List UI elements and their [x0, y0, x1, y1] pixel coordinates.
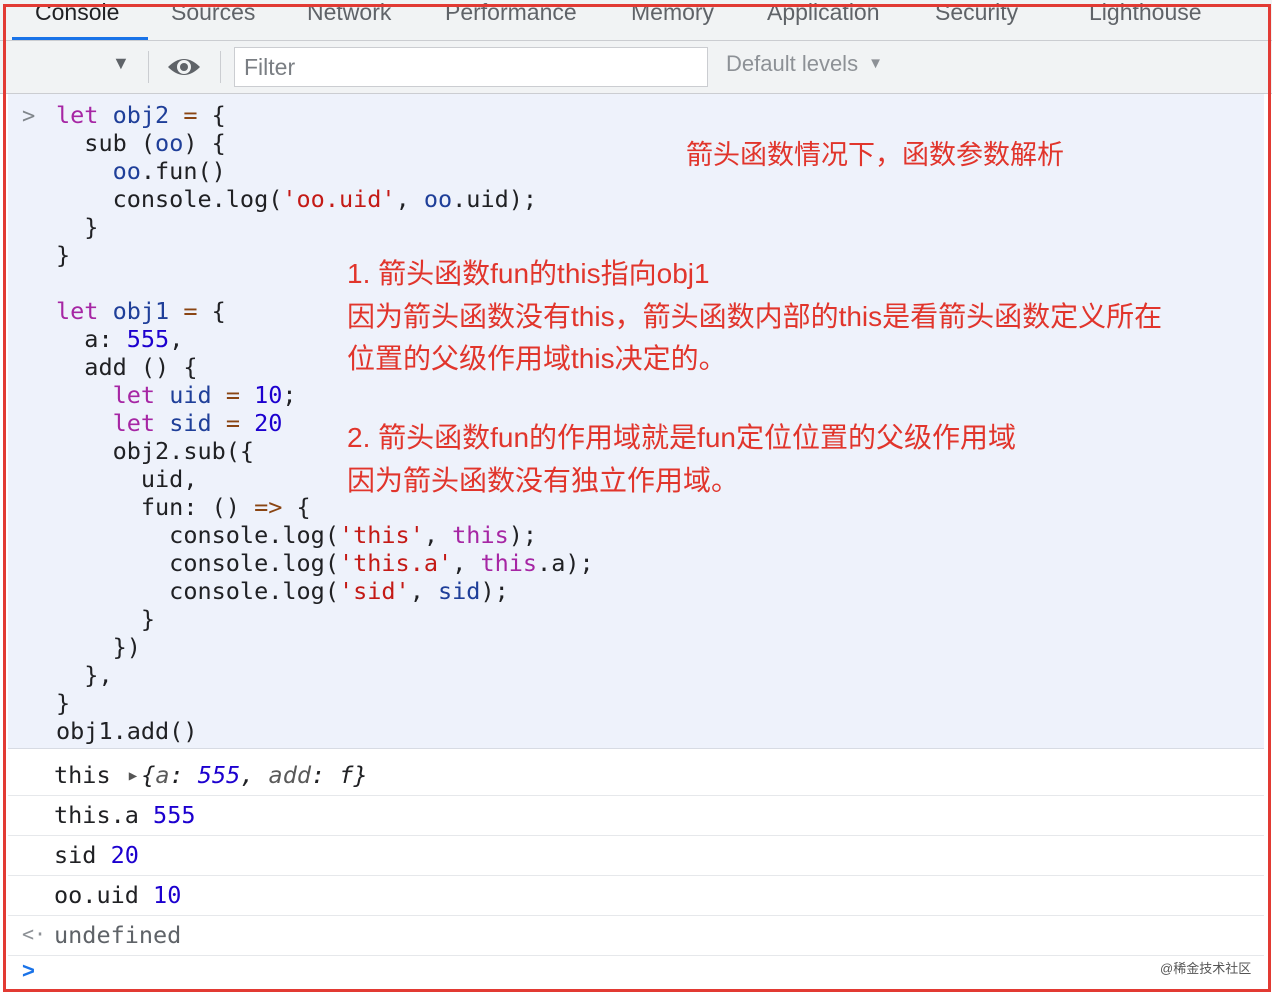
- tab-sources[interactable]: Sources: [171, 0, 255, 36]
- log-label: sid: [54, 841, 97, 869]
- tab-application[interactable]: Application: [767, 0, 880, 36]
- tab-console[interactable]: Console: [35, 0, 119, 36]
- tab-lighthouse[interactable]: Lighthouse: [1089, 0, 1202, 36]
- log-levels-dropdown[interactable]: Default levels ▼: [726, 51, 883, 77]
- brace-close: }: [353, 761, 368, 789]
- console-return-row: <· undefined: [8, 915, 1264, 956]
- log-label: this.a: [54, 801, 139, 829]
- annotation-note1-line3: 位置的父级作用域this决定的。: [347, 343, 727, 374]
- tab-security[interactable]: Security: [935, 0, 1018, 36]
- object-value: 555: [197, 761, 241, 789]
- expand-triangle-icon[interactable]: ▶: [129, 768, 137, 784]
- tab-performance[interactable]: Performance: [445, 0, 577, 36]
- toolbar-divider: [148, 51, 149, 83]
- log-value: 555: [153, 801, 196, 829]
- eye-icon[interactable]: [166, 54, 202, 80]
- return-arrow-icon: <·: [22, 922, 47, 946]
- console-message-row: this ▶ {a: 555, add: f}: [8, 755, 1264, 796]
- devtools-tab-bar: Console Sources Network Performance Memo…: [0, 0, 1272, 41]
- console-message-row: sid 20: [8, 835, 1264, 876]
- tab-network[interactable]: Network: [307, 0, 391, 36]
- object-preview[interactable]: {a: 555, add: f}: [141, 761, 367, 789]
- annotation-note2-line2: 因为箭头函数没有独立作用域。: [347, 465, 740, 496]
- return-value: undefined: [54, 921, 182, 949]
- chevron-down-icon: ▼: [868, 55, 883, 72]
- annotation-note1-line1: 1. 箭头函数fun的this指向obj1: [347, 258, 710, 289]
- object-key: a: [155, 761, 170, 789]
- log-label: oo.uid: [54, 881, 139, 909]
- prompt-chevron-icon: >: [22, 104, 36, 129]
- prompt-chevron-icon: >: [22, 958, 35, 983]
- object-value: f: [339, 761, 354, 789]
- active-tab-indicator: [12, 37, 148, 40]
- log-levels-label: Default levels: [726, 51, 859, 76]
- object-key: add: [268, 761, 311, 789]
- toolbar-divider: [220, 51, 221, 83]
- console-toolbar: ▼ Default levels ▼: [0, 41, 1272, 94]
- console-prompt[interactable]: >: [8, 956, 1264, 986]
- console-message-row: oo.uid 10: [8, 875, 1264, 916]
- console-message-row: this.a 555: [8, 795, 1264, 836]
- watermark: @稀金技术社区: [1160, 961, 1252, 976]
- log-value: 10: [153, 881, 182, 909]
- annotation-note2-line1: 2. 箭头函数fun的作用域就是fun定位位置的父级作用域: [347, 422, 1016, 453]
- brace-open: {: [141, 761, 156, 789]
- context-dropdown-icon[interactable]: ▼: [112, 53, 130, 74]
- log-label: this: [54, 761, 111, 789]
- annotation-title: 箭头函数情况下，函数参数解析: [686, 140, 1064, 170]
- log-value: 20: [110, 841, 139, 869]
- tab-memory[interactable]: Memory: [631, 0, 714, 36]
- annotation-note1-line2: 因为箭头函数没有this，箭头函数内部的this是看箭头函数定义所在: [347, 301, 1163, 332]
- filter-input[interactable]: [234, 47, 708, 87]
